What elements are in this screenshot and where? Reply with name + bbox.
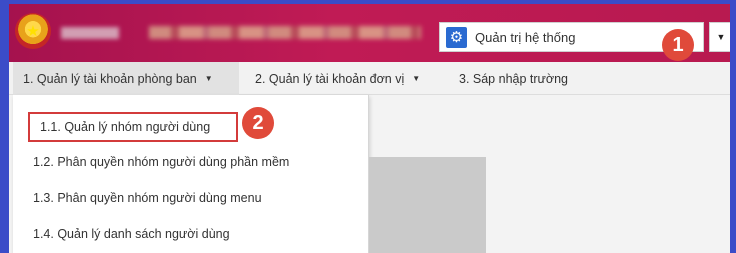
- menu-item-school-merge[interactable]: 3. Sáp nhập trường: [449, 62, 578, 95]
- step-badge-1: 1: [662, 29, 694, 61]
- menu-item-label: 1. Quản lý tài khoản phòng ban: [23, 71, 197, 86]
- dropdown-item-manage-user-groups[interactable]: 1.1. Quản lý nhóm người dùng: [28, 112, 238, 142]
- caret-down-icon: ▼: [716, 32, 726, 42]
- menu-item-label: 2. Quản lý tài khoản đơn vị: [255, 71, 405, 86]
- dropdown-item-label: 1.4. Quản lý danh sách người dùng: [33, 227, 230, 241]
- menu-item-department-accounts[interactable]: 1. Quản lý tài khoản phòng ban ▼: [13, 62, 239, 95]
- dropdown-item-label: 1.2. Phân quyền nhóm người dùng phần mềm: [33, 155, 290, 169]
- app-frame: ★ ⚙ Quản trị hệ thống ▼ 1 1. Quản lý tài…: [0, 0, 736, 253]
- dropdown-item-user-list[interactable]: 1.4. Quản lý danh sách người dùng: [33, 223, 230, 245]
- dropdown-item-label: 1.1. Quản lý nhóm người dùng: [40, 120, 211, 134]
- star-icon: ★: [26, 22, 40, 40]
- dropdown-item-group-software-permissions[interactable]: 1.2. Phân quyền nhóm người dùng phần mềm: [33, 151, 289, 173]
- caret-down-icon: ▼: [204, 74, 213, 83]
- menu-item-label: 3. Sáp nhập trường: [459, 71, 568, 86]
- gear-icon: ⚙: [446, 26, 467, 48]
- content-placeholder: [369, 157, 486, 253]
- blurred-site-title: [149, 26, 421, 39]
- national-emblem-logo: ★: [15, 13, 51, 49]
- department-accounts-dropdown: 1.1. Quản lý nhóm người dùng 1.2. Phân q…: [13, 95, 369, 253]
- top-header: ★ ⚙ Quản trị hệ thống ▼ 1: [9, 4, 730, 62]
- main-menubar: 1. Quản lý tài khoản phòng ban ▼ 2. Quản…: [9, 62, 730, 95]
- dropdown-item-group-menu-permissions[interactable]: 1.3. Phân quyền nhóm người dùng menu: [33, 187, 262, 209]
- menu-item-unit-accounts[interactable]: 2. Quản lý tài khoản đơn vị ▼: [245, 62, 430, 95]
- blurred-org-name: [61, 27, 119, 39]
- caret-down-icon: ▼: [412, 74, 421, 83]
- system-module-value: Quản trị hệ thống: [475, 29, 576, 45]
- system-module-dropdown-arrow[interactable]: ▼: [709, 22, 730, 52]
- step-badge-2: 2: [242, 107, 274, 139]
- dropdown-item-label: 1.3. Phân quyền nhóm người dùng menu: [33, 191, 262, 205]
